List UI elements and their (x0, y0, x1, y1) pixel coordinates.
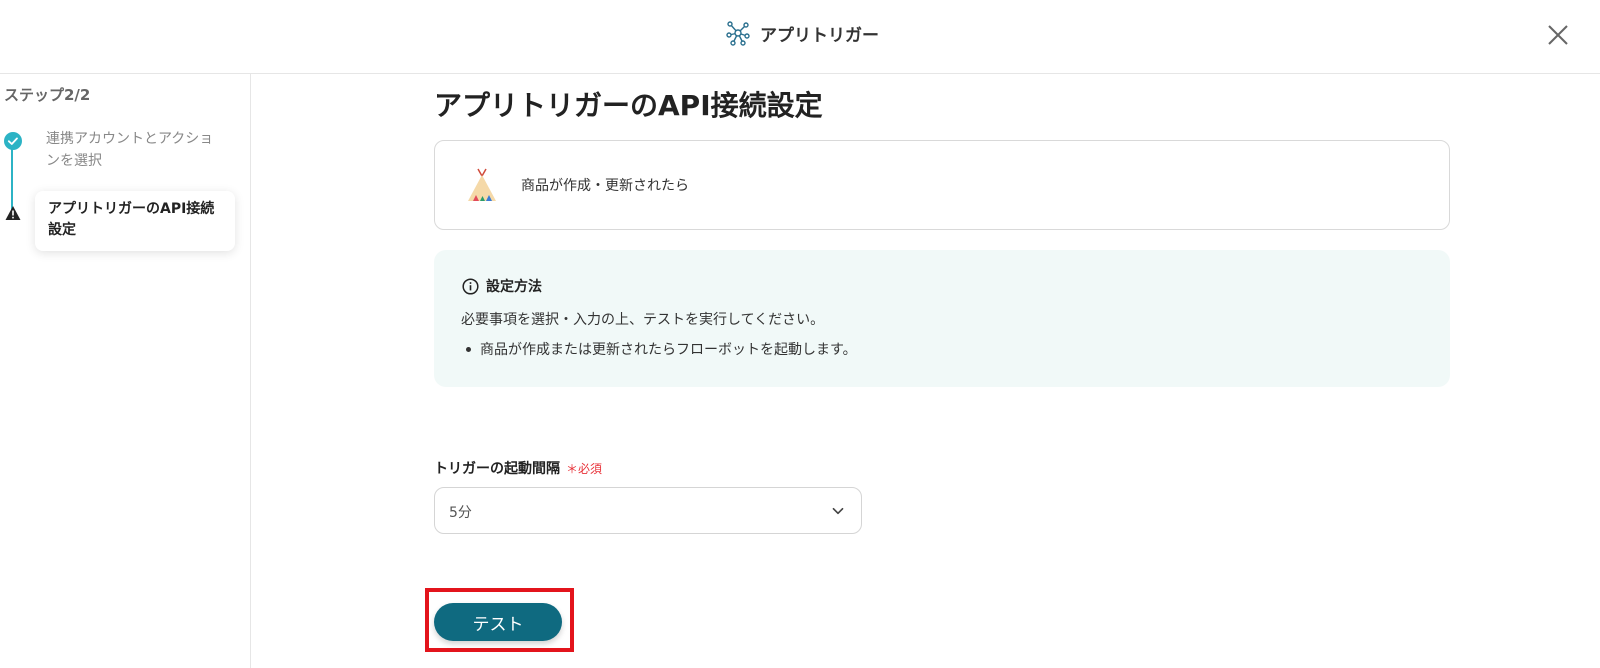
sidebar-step-select-account[interactable]: 連携アカウントとアクションを選択 (46, 128, 226, 172)
sidebar-step-api-settings-label: アプリトリガーのAPI接続設定 (48, 201, 215, 238)
required-text: 必須 (578, 462, 603, 476)
info-title: 設定方法 (486, 279, 542, 295)
header-title-group: アプリトリガー (726, 20, 879, 46)
sidebar-step-api-settings[interactable]: アプリトリガーのAPI接続設定 (35, 191, 235, 251)
required-badge: ＊必須 (566, 460, 602, 477)
bullet-dot (466, 346, 471, 352)
tent-icon (468, 168, 496, 201)
interval-field-label: トリガーの起動間隔 (434, 461, 560, 477)
step-sidebar: ステップ2/2 連携アカウントとアクションを選択 アプリトリガーのAPI接続設定 (0, 74, 251, 668)
step-timeline-line (11, 142, 13, 214)
trigger-label: 商品が作成・更新されたら (521, 178, 689, 194)
trigger-card: 商品が作成・更新されたら (434, 140, 1450, 230)
step-counter: ステップ2/2 (4, 86, 91, 104)
chevron-down-icon (832, 507, 844, 515)
interval-select[interactable]: 5分 (434, 487, 862, 534)
test-button[interactable]: テスト (434, 603, 562, 641)
interval-select-value: 5分 (449, 505, 472, 521)
warning-icon (5, 206, 21, 220)
info-bullet: 商品が作成または更新されたらフローボットを起動します。 (461, 339, 857, 359)
info-header: 設定方法 (462, 276, 542, 296)
network-nodes-icon (726, 21, 750, 46)
info-bullet-text: 商品が作成または更新されたらフローボットを起動します。 (480, 342, 857, 358)
close-icon[interactable] (1545, 22, 1571, 48)
check-circle-icon (4, 132, 22, 150)
modal-header: アプリトリガー (0, 0, 1600, 74)
info-text: 必要事項を選択・入力の上、テストを実行してください。 (461, 312, 825, 328)
required-mark: ＊ (566, 462, 579, 476)
page-title: アプリトリガーのAPI接続設定 (434, 89, 823, 122)
info-icon (462, 277, 479, 295)
info-box: 設定方法 必要事項を選択・入力の上、テストを実行してください。 商品が作成または… (434, 250, 1450, 387)
header-title: アプリトリガー (760, 25, 879, 46)
interval-field-label-group: トリガーの起動間隔 ＊必須 (434, 458, 602, 478)
